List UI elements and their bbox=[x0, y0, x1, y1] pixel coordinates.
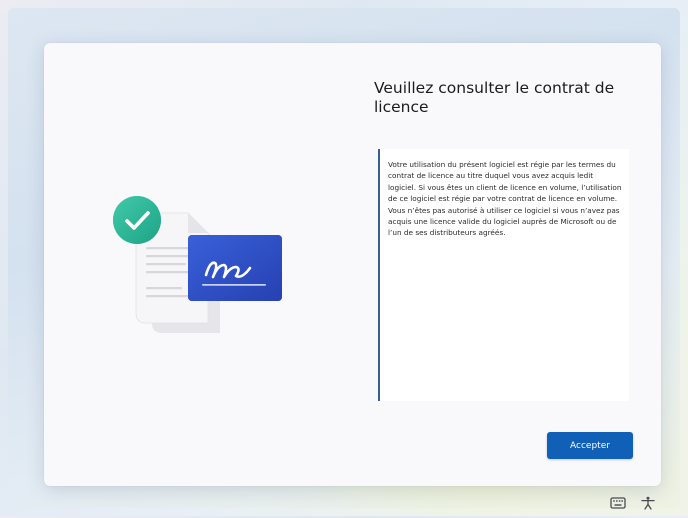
signature-icon bbox=[188, 235, 282, 301]
checkmark-icon bbox=[113, 196, 161, 244]
page-title: Veuillez consulter le contrat de licence bbox=[374, 79, 615, 116]
license-text-box[interactable]: Votre utilisation du présent logiciel es… bbox=[378, 149, 629, 401]
license-illustration bbox=[113, 196, 282, 333]
keyboard-icon[interactable] bbox=[610, 496, 626, 510]
accept-button[interactable]: Accepter bbox=[547, 432, 633, 459]
license-text: Votre utilisation du présent logiciel es… bbox=[388, 160, 622, 238]
accessibility-icon[interactable] bbox=[640, 496, 656, 510]
oobe-dialog: Veuillez consulter le contrat de licence… bbox=[44, 43, 661, 486]
